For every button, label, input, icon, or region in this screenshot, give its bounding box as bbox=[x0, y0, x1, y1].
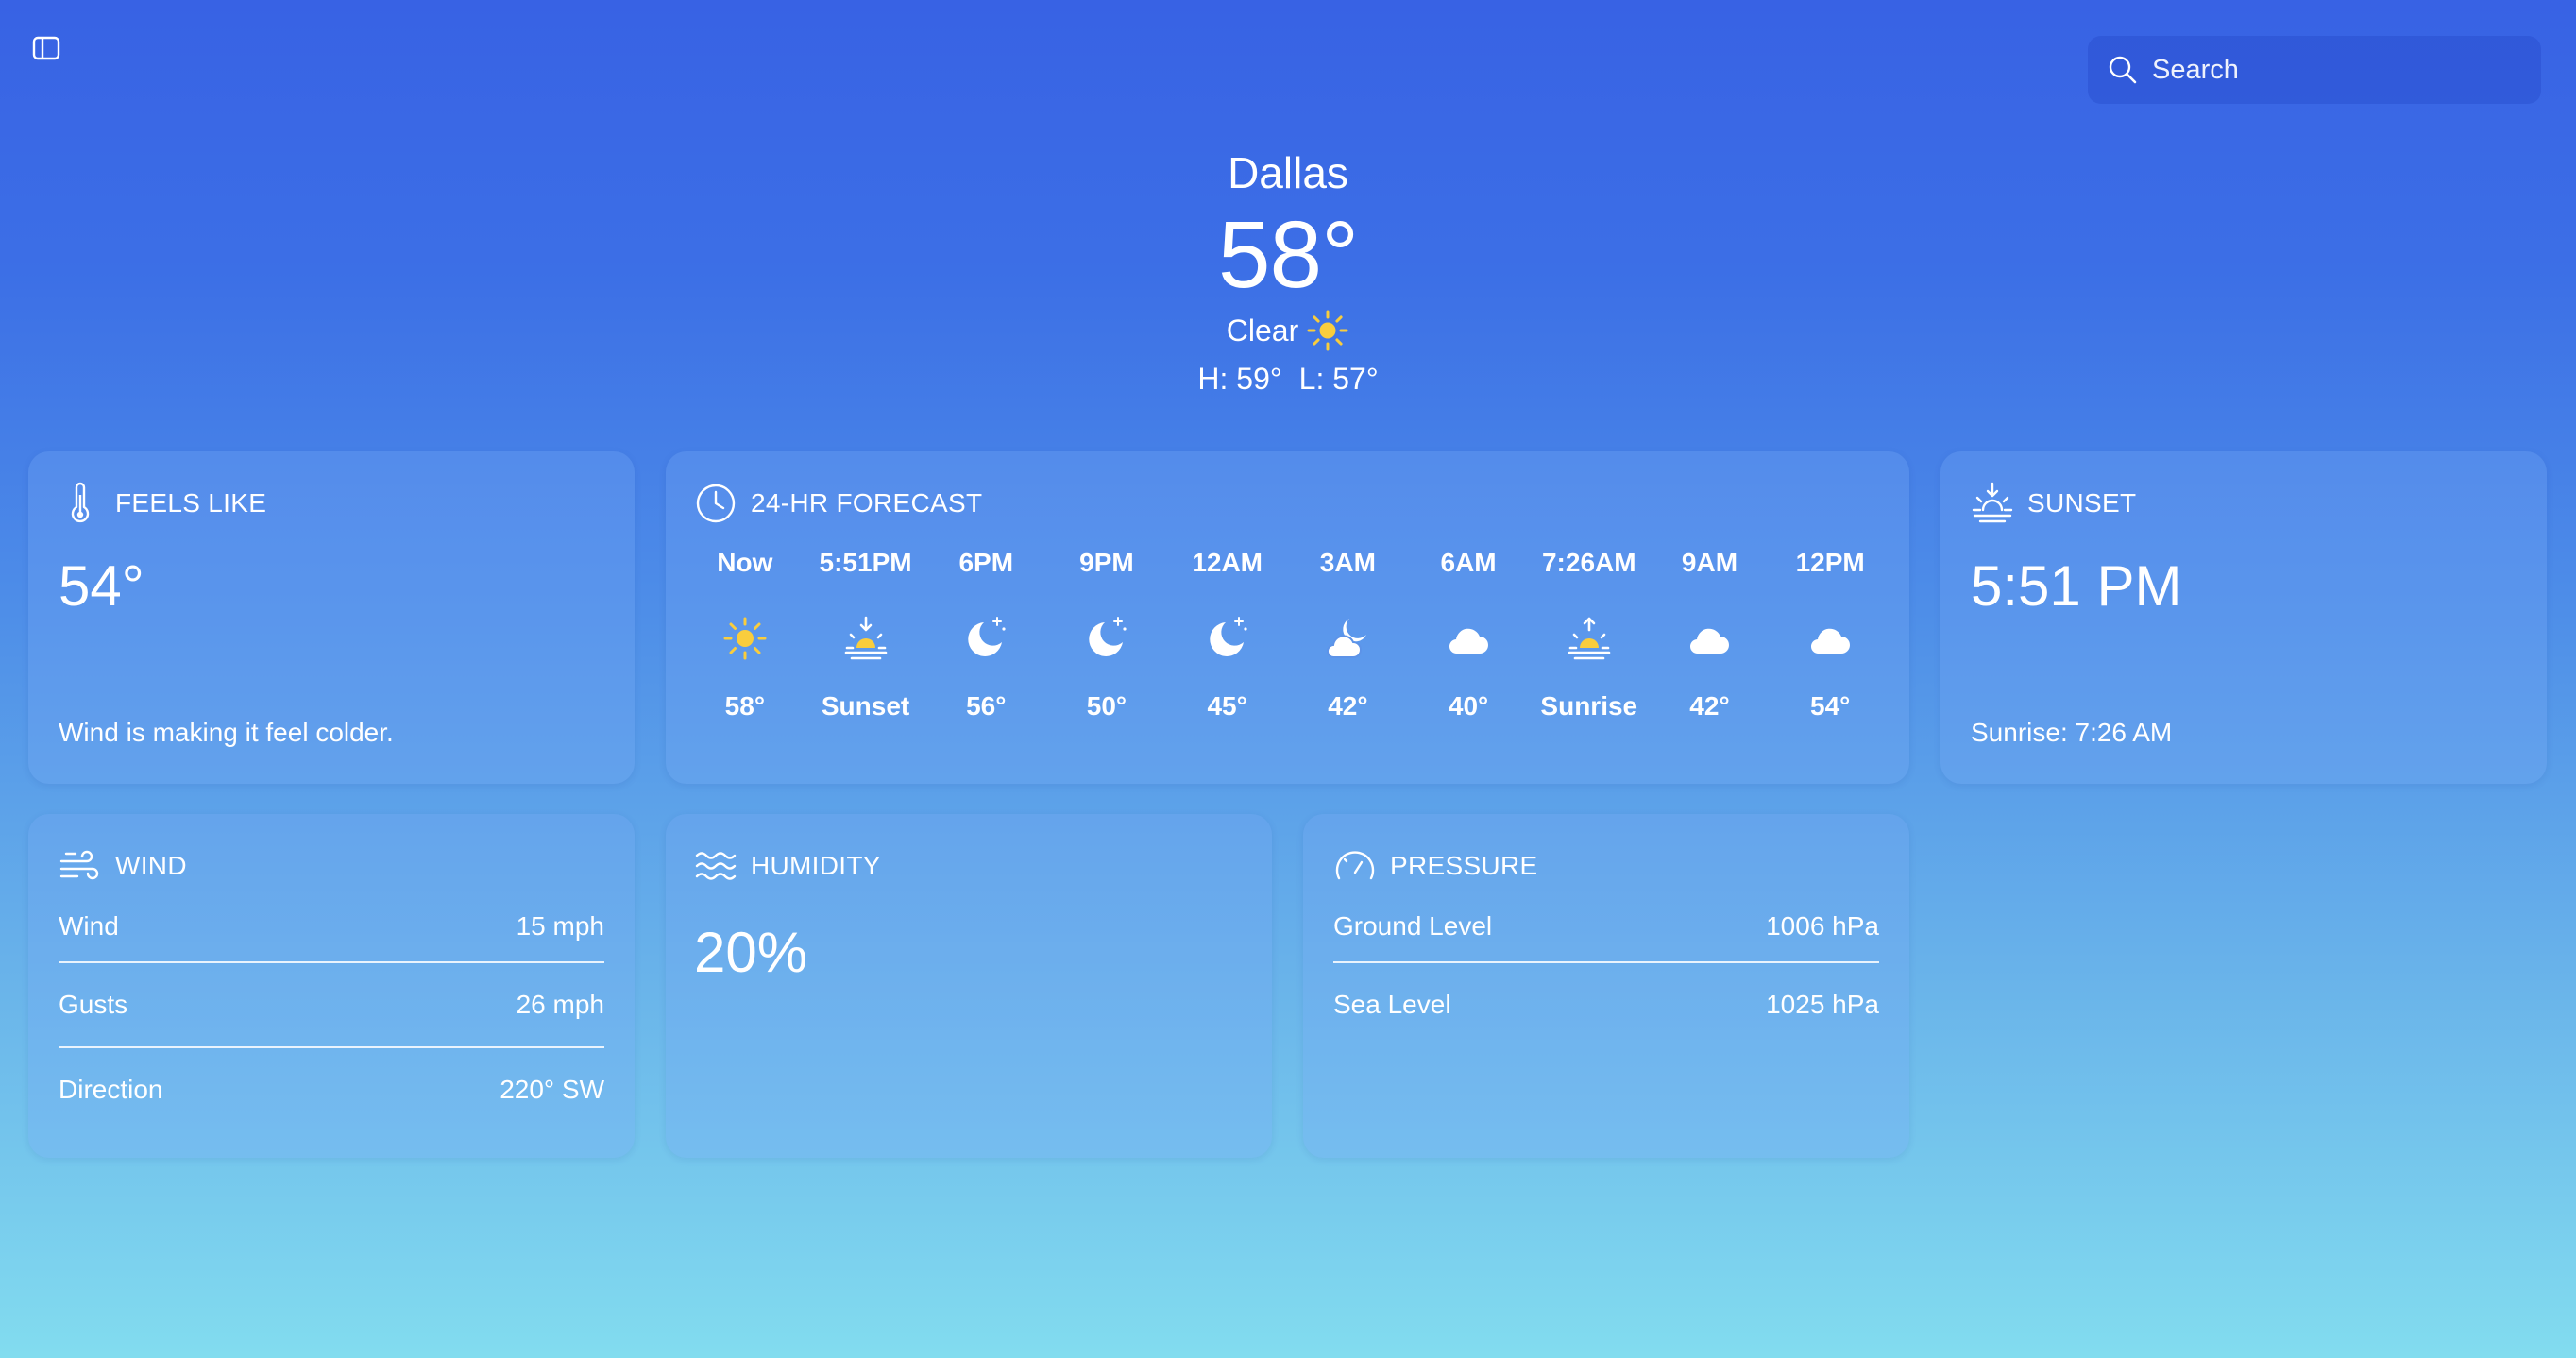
forecast-hour: 7:26AM Sunrise bbox=[1529, 544, 1650, 725]
card-title: SUNSET bbox=[2027, 488, 2137, 518]
sun-icon bbox=[1306, 309, 1349, 352]
forecast-time: 9PM bbox=[1079, 548, 1134, 577]
clock-icon bbox=[694, 482, 737, 525]
sea-level-row: Sea Level 1025 hPa bbox=[1333, 961, 1879, 1046]
forecast-hour: 12AM 45° bbox=[1167, 544, 1288, 725]
thermometer-icon bbox=[59, 482, 102, 525]
card-title: FEELS LIKE bbox=[115, 488, 267, 518]
sun-icon bbox=[720, 614, 770, 663]
wind-icon bbox=[59, 844, 102, 888]
forecast-hour: 9AM 42° bbox=[1650, 544, 1771, 725]
forecast-value: 40° bbox=[1448, 691, 1489, 721]
gauge-icon bbox=[1333, 844, 1377, 888]
forecast-hour: 12PM 54° bbox=[1770, 544, 1890, 725]
forecast-hour: 3AM 42° bbox=[1288, 544, 1409, 725]
cloud-icon bbox=[1805, 614, 1855, 663]
card-title: 24-HR FORECAST bbox=[751, 488, 983, 518]
search-icon bbox=[2107, 54, 2139, 86]
humidity-waves-icon bbox=[694, 844, 737, 888]
sunset-icon bbox=[841, 614, 890, 663]
sunrise-text: Sunrise: 7:26 AM bbox=[1971, 718, 2173, 747]
card-title: WIND bbox=[115, 851, 187, 880]
forecast-value: 54° bbox=[1810, 691, 1851, 721]
forecast-time: Now bbox=[717, 548, 773, 577]
gusts-row: Gusts 26 mph bbox=[59, 961, 604, 1046]
humidity-card: HUMIDITY 20% bbox=[666, 814, 1272, 1158]
card-title: HUMIDITY bbox=[751, 851, 881, 880]
forecast-hour: 5:51PM Sunset bbox=[805, 544, 926, 725]
city-name: Dallas bbox=[1228, 148, 1348, 197]
forecast-time: 7:26AM bbox=[1541, 548, 1636, 577]
sidebar-toggle-icon[interactable] bbox=[32, 34, 60, 62]
forecast-time: 6AM bbox=[1440, 548, 1497, 577]
row-value: 26 mph bbox=[516, 990, 604, 1019]
forecast-hour: 6PM 56° bbox=[925, 544, 1046, 725]
row-label: Ground Level bbox=[1333, 911, 1493, 941]
pressure-rows: Ground Level 1006 hPa Sea Level 1025 hPa bbox=[1333, 891, 1879, 1046]
row-label: Gusts bbox=[59, 990, 128, 1019]
current-weather: Dallas 58° Clear H: 59° L: 57° bbox=[0, 142, 2576, 402]
row-value: 15 mph bbox=[516, 911, 604, 941]
forecast-value: 58° bbox=[724, 691, 766, 721]
forecast-time: 12PM bbox=[1795, 548, 1865, 577]
search-box[interactable] bbox=[2088, 36, 2541, 104]
condition-text: Clear bbox=[1226, 313, 1299, 348]
forecast-value: 42° bbox=[1689, 691, 1730, 721]
forecast-value: Sunset bbox=[821, 691, 910, 721]
cloud-icon bbox=[1685, 614, 1734, 663]
current-temperature: 58° bbox=[1217, 202, 1359, 308]
row-value: 1006 hPa bbox=[1766, 911, 1879, 941]
moon-stars-icon bbox=[1203, 614, 1252, 663]
forecast-time: 5:51PM bbox=[819, 548, 912, 577]
wind-rows: Wind 15 mph Gusts 26 mph Direction 220° … bbox=[59, 891, 604, 1131]
moon-stars-icon bbox=[1082, 614, 1131, 663]
forecast-time: 6PM bbox=[958, 548, 1014, 577]
cloud-moon-icon bbox=[1323, 614, 1372, 663]
search-input[interactable] bbox=[2150, 41, 2541, 99]
pressure-card: PRESSURE Ground Level 1006 hPa Sea Level… bbox=[1303, 814, 1909, 1158]
low-temp: L: 57° bbox=[1298, 362, 1379, 396]
sunset-card: SUNSET 5:51 PM Sunrise: 7:26 AM bbox=[1940, 451, 2547, 784]
row-value: 220° SW bbox=[500, 1075, 604, 1104]
card-title: PRESSURE bbox=[1390, 851, 1538, 880]
feels-like-card: FEELS LIKE 54° Wind is making it feel co… bbox=[28, 451, 635, 784]
forecast-value: 42° bbox=[1328, 691, 1368, 721]
moon-stars-icon bbox=[961, 614, 1010, 663]
forecast-value: 50° bbox=[1086, 691, 1127, 721]
high-temp: H: 59° bbox=[1197, 362, 1282, 396]
forecast-time: 3AM bbox=[1319, 548, 1376, 577]
forecast-hour: 6AM 40° bbox=[1408, 544, 1529, 725]
humidity-value: 20% bbox=[694, 921, 808, 984]
condition-row: Clear bbox=[0, 306, 2576, 355]
forecast-card: 24-HR FORECAST Now 58° 5:51PM Sunset 6PM 56° 9… bbox=[666, 451, 1909, 784]
sunset-icon bbox=[1971, 482, 2014, 525]
sunrise-icon bbox=[1565, 614, 1614, 663]
cloud-icon bbox=[1444, 614, 1493, 663]
row-value: 1025 hPa bbox=[1766, 990, 1879, 1019]
forecast-hour: 9PM 50° bbox=[1046, 544, 1167, 725]
sunset-value: 5:51 PM bbox=[1971, 554, 2182, 618]
feels-like-description: Wind is making it feel colder. bbox=[59, 718, 394, 747]
forecast-time: 12AM bbox=[1192, 548, 1263, 577]
forecast-time: 9AM bbox=[1681, 548, 1738, 577]
wind-card: WIND Wind 15 mph Gusts 26 mph Direction … bbox=[28, 814, 635, 1158]
wind-row: Wind 15 mph bbox=[59, 891, 604, 961]
high-low: H: 59° L: 57° bbox=[0, 355, 2576, 402]
feels-like-value: 54° bbox=[59, 554, 144, 618]
row-label: Sea Level bbox=[1333, 990, 1451, 1019]
direction-row: Direction 220° SW bbox=[59, 1046, 604, 1131]
forecast-value: 56° bbox=[966, 691, 1007, 721]
row-label: Wind bbox=[59, 911, 119, 941]
forecast-value: Sunrise bbox=[1540, 691, 1638, 721]
ground-level-row: Ground Level 1006 hPa bbox=[1333, 891, 1879, 961]
forecast-hour: Now 58° bbox=[685, 544, 805, 725]
forecast-value: 45° bbox=[1207, 691, 1247, 721]
hourly-forecast: Now 58° 5:51PM Sunset 6PM 56° 9PM 50° 12AM 45° 3AM… bbox=[685, 544, 1890, 725]
row-label: Direction bbox=[59, 1075, 163, 1104]
